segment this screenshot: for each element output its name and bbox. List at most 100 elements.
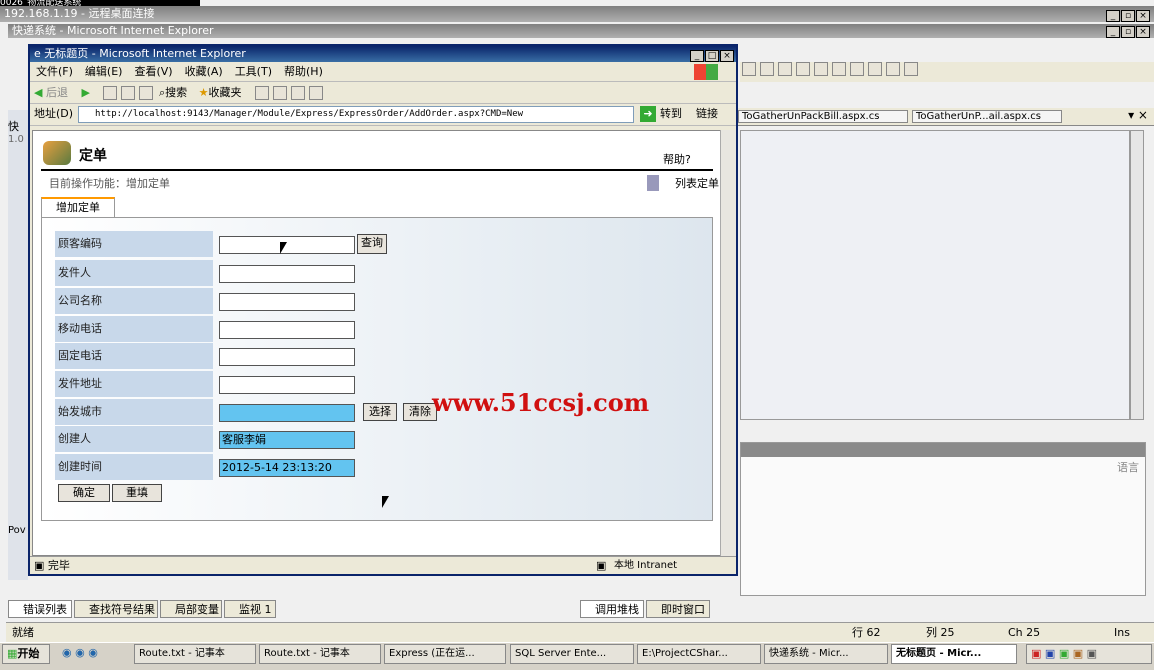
tab-call-stack[interactable]: 调用堆栈 xyxy=(580,600,644,618)
toolbar-icon[interactable] xyxy=(868,62,882,76)
go-button[interactable]: 转到 xyxy=(660,104,682,124)
address-input[interactable]: http://localhost:9143/Manager/Module/Exp… xyxy=(78,106,634,123)
tab-immediate[interactable]: 即时窗口 xyxy=(646,600,710,618)
tab-watch[interactable]: 监视 1 xyxy=(224,600,276,618)
ok-button[interactable]: 确定 xyxy=(58,484,110,502)
mouse-cursor-icon xyxy=(382,496,389,508)
label-customer-code: 顾客编码 xyxy=(55,231,213,257)
minimize-icon[interactable]: _ xyxy=(1106,26,1120,38)
menu-help[interactable]: 帮助(H) xyxy=(284,65,323,78)
search-button[interactable]: 搜索 xyxy=(165,86,187,99)
created-time-input[interactable]: 2012-5-14 23:13:20 xyxy=(219,459,355,477)
vs-statusbar: 就绪 行 62 列 25 Ch 25 Ins xyxy=(6,622,1154,642)
start-button[interactable]: ▦开始 xyxy=(2,644,50,664)
row-customer-code: 顾客编码 查询 xyxy=(55,231,695,257)
refresh-icon[interactable] xyxy=(121,86,136,100)
links-button[interactable]: 链接 xyxy=(696,104,718,124)
toolbar-icon[interactable] xyxy=(850,62,864,76)
menu-view[interactable]: 查看(V) xyxy=(134,65,172,78)
row-created-time: 创建时间 2012-5-14 23:13:20 xyxy=(55,454,695,480)
toolbar-icon[interactable] xyxy=(904,62,918,76)
restore-icon[interactable]: ▫ xyxy=(1121,26,1135,38)
tab-error-list[interactable]: 错误列表 xyxy=(8,600,72,618)
tray-icon[interactable]: ▣ xyxy=(1087,647,1097,660)
favorites-button[interactable]: 收藏夹 xyxy=(208,86,241,99)
task-route-2[interactable]: Route.txt - 记事本 xyxy=(259,644,381,664)
creator-input[interactable]: 客服李娟 xyxy=(219,431,355,449)
stop-icon[interactable] xyxy=(103,86,118,100)
code-editor[interactable] xyxy=(740,130,1130,420)
menu-tools[interactable]: 工具(T) xyxy=(235,65,272,78)
tray-icon[interactable]: ▣ xyxy=(1031,647,1041,660)
reset-button[interactable]: 重填 xyxy=(112,484,162,502)
code-scrollbar[interactable] xyxy=(1130,130,1144,420)
tray-icon[interactable]: ▣ xyxy=(1073,647,1083,660)
close-icon[interactable]: × xyxy=(720,50,734,62)
toolbar-icon[interactable] xyxy=(832,62,846,76)
close-icon[interactable]: ▾ × xyxy=(1128,108,1148,122)
ie-scrollbar[interactable] xyxy=(720,130,736,556)
rdp-titlebar[interactable]: 192.168.1.19 - 远程桌面连接 _ ▫ × xyxy=(0,6,1154,22)
company-input[interactable] xyxy=(219,293,355,311)
toolbar-icon[interactable] xyxy=(886,62,900,76)
back-icon[interactable]: ◀ xyxy=(34,86,42,99)
print-icon[interactable] xyxy=(290,86,305,100)
favorites-icon[interactable]: ★ xyxy=(199,86,209,99)
tray-icon[interactable]: ▣ xyxy=(1045,647,1055,660)
toolbar-icon[interactable] xyxy=(778,62,792,76)
label-created-time: 创建时间 xyxy=(55,454,213,480)
ie-logo-icon: e xyxy=(34,47,41,60)
list-orders-link[interactable]: 列表定单 xyxy=(647,175,719,191)
minimize-icon[interactable]: _ xyxy=(1106,10,1120,22)
toolbar-icon[interactable] xyxy=(760,62,774,76)
close-icon[interactable]: × xyxy=(1136,10,1150,22)
tab-find-symbol[interactable]: 查找符号结果 xyxy=(74,600,158,618)
sender-input[interactable] xyxy=(219,265,355,283)
task-route-1[interactable]: Route.txt - 记事本 xyxy=(134,644,256,664)
help-link[interactable]: 帮助? xyxy=(663,151,691,167)
home-icon[interactable] xyxy=(139,86,154,100)
history-icon[interactable] xyxy=(254,86,269,100)
label-company: 公司名称 xyxy=(55,288,213,314)
ie-titlebar[interactable]: e 无标题页 - Microsoft Internet Explorer _ □ × xyxy=(30,46,736,62)
go-icon[interactable]: ➜ xyxy=(640,106,656,122)
query-button[interactable]: 查询 xyxy=(357,234,387,254)
origin-city-input[interactable] xyxy=(219,404,355,422)
maximize-icon[interactable]: □ xyxy=(705,50,719,62)
phone-input[interactable] xyxy=(219,348,355,366)
tray-icon[interactable]: ▣ xyxy=(1059,647,1069,660)
toolbar-icon[interactable] xyxy=(742,62,756,76)
toolbar-icon[interactable] xyxy=(814,62,828,76)
status-done: 完毕 xyxy=(47,559,70,572)
tab-togather-unpackbill[interactable]: ToGatherUnPackBill.aspx.cs xyxy=(738,110,908,123)
tab-add-order[interactable]: 增加定单 xyxy=(41,197,115,217)
vs-quicklaunch-icon[interactable]: ◉ xyxy=(88,646,98,659)
breadcrumb: 目前操作功能：增加定单 xyxy=(49,177,170,190)
mail-icon[interactable] xyxy=(272,86,287,100)
back-button[interactable]: 后退 xyxy=(46,86,68,99)
tab-locals[interactable]: 局部变量 xyxy=(160,600,222,618)
vs-titlebar[interactable]: 快递系统 - Microsoft Internet Explorer _ ▫ × xyxy=(8,24,1154,38)
windows-logo-icon: ▦ xyxy=(7,647,18,660)
task-express-ie[interactable]: 快递系统 - Micr... xyxy=(764,644,888,664)
task-sql-server[interactable]: SQL Server Ente... xyxy=(510,644,634,664)
mobile-input[interactable] xyxy=(219,321,355,339)
ie-quicklaunch-icon[interactable]: ◉ xyxy=(62,646,72,659)
close-icon[interactable]: × xyxy=(1136,26,1150,38)
minimize-icon[interactable]: _ xyxy=(690,50,704,62)
task-untitled-ie[interactable]: 无标题页 - Micr... xyxy=(891,644,1017,664)
task-explorer[interactable]: E:\ProjectCShar... xyxy=(637,644,761,664)
customer-code-input[interactable] xyxy=(219,236,355,254)
task-express[interactable]: Express (正在运... xyxy=(384,644,506,664)
address-field[interactable] xyxy=(219,376,355,394)
restore-icon[interactable]: ▫ xyxy=(1121,10,1135,22)
toolbar-icon[interactable] xyxy=(796,62,810,76)
forward-icon[interactable]: ▶ xyxy=(81,86,89,99)
select-button[interactable]: 选择 xyxy=(363,403,397,421)
tab-togather-unp[interactable]: ToGatherUnP...ail.aspx.cs xyxy=(912,110,1062,123)
menu-edit[interactable]: 编辑(E) xyxy=(85,65,123,78)
menu-favorites[interactable]: 收藏(A) xyxy=(185,65,223,78)
desktop-icon[interactable]: ◉ xyxy=(75,646,85,659)
menu-file[interactable]: 文件(F) xyxy=(36,65,73,78)
edit-icon[interactable] xyxy=(308,86,323,100)
